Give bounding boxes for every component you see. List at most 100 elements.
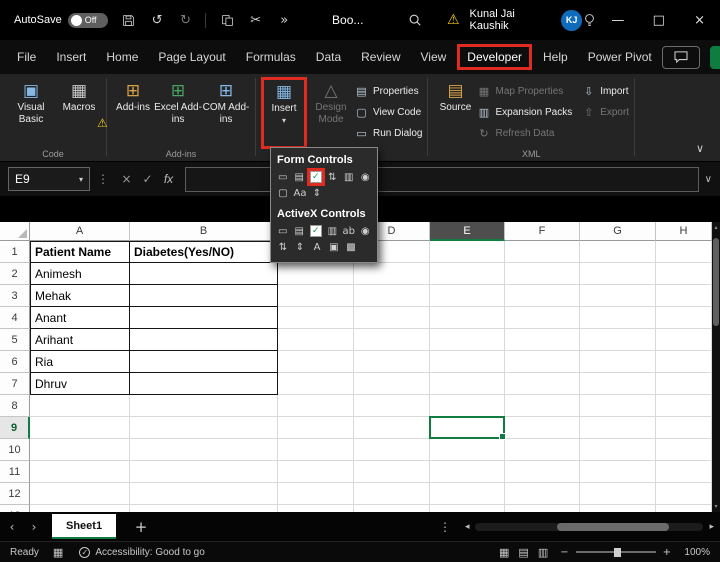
cell-C5[interactable]	[278, 329, 354, 351]
cell-H6[interactable]	[656, 351, 712, 373]
row-header-13[interactable]: 13	[0, 505, 30, 512]
properties-button[interactable]: ▤ Properties	[355, 84, 422, 99]
cell-C12[interactable]	[278, 483, 354, 505]
page-break-view-icon[interactable]: ▥	[538, 546, 548, 559]
cell-A12[interactable]	[30, 483, 130, 505]
row-header-3[interactable]: 3	[0, 285, 30, 307]
macro-record-icon[interactable]: ▦	[53, 546, 63, 559]
previous-sheet-icon[interactable]: ‹	[2, 520, 22, 534]
spin-button-activex-icon[interactable]: ⇅	[276, 240, 290, 254]
cell-D3[interactable]	[354, 285, 430, 307]
cell-E11[interactable]	[430, 461, 505, 483]
tab-file[interactable]: File	[8, 44, 45, 70]
cell-C4[interactable]	[278, 307, 354, 329]
cell-E4[interactable]	[430, 307, 505, 329]
cell-G8[interactable]	[580, 395, 656, 417]
collapse-ribbon-icon[interactable]: ∨	[696, 142, 704, 155]
map-properties-button[interactable]: ▦ Map Properties	[477, 84, 572, 99]
label-form-control-icon[interactable]: Aa	[293, 186, 307, 200]
formula-input[interactable]	[185, 167, 699, 192]
cell-H4[interactable]	[656, 307, 712, 329]
expand-formula-bar-icon[interactable]: ∨	[705, 174, 712, 185]
cell-E6[interactable]	[430, 351, 505, 373]
more-commands-icon[interactable]: »	[276, 13, 292, 28]
cell-A1[interactable]: Patient Name	[30, 241, 130, 263]
cell-B4[interactable]	[130, 307, 278, 329]
cell-B8[interactable]	[130, 395, 278, 417]
button-form-control-icon[interactable]: ▭	[276, 170, 289, 184]
cell-G9[interactable]	[580, 417, 656, 439]
expansion-packs-button[interactable]: ▥ Expansion Packs	[477, 105, 572, 120]
autosave-toggle[interactable]: Off	[68, 13, 108, 28]
cell-F12[interactable]	[505, 483, 580, 505]
refresh-data-button[interactable]: ↻ Refresh Data	[477, 126, 572, 141]
sheetbar-menu-icon[interactable]: ⋮	[439, 520, 451, 534]
text-box-activex-icon[interactable]: ab	[342, 224, 355, 238]
cell-B9[interactable]	[130, 417, 278, 439]
minimize-button[interactable]: —	[597, 0, 638, 40]
cell-B12[interactable]	[130, 483, 278, 505]
cell-A4[interactable]: Anant	[30, 307, 130, 329]
insert-function-icon[interactable]: fx	[158, 172, 179, 186]
cell-E2[interactable]	[430, 263, 505, 285]
cell-F2[interactable]	[505, 263, 580, 285]
column-header-H[interactable]: H	[656, 222, 712, 241]
cell-G11[interactable]	[580, 461, 656, 483]
cell-G13[interactable]	[580, 505, 656, 512]
cell-D2[interactable]	[354, 263, 430, 285]
autosave-control[interactable]: AutoSave Off	[14, 13, 108, 28]
cell-C9[interactable]	[278, 417, 354, 439]
run-dialog-button[interactable]: ▭ Run Dialog	[355, 126, 422, 141]
checkbox-activex-icon[interactable]: ✓	[310, 225, 322, 237]
addins-button[interactable]: ⊞ Add-ins	[112, 77, 154, 143]
cell-F7[interactable]	[505, 373, 580, 395]
spin-button-form-control-icon[interactable]: ⇅	[326, 170, 339, 184]
accessibility-status[interactable]: ✓ Accessibility: Good to go	[79, 547, 205, 558]
cell-E7[interactable]	[430, 373, 505, 395]
cell-H12[interactable]	[656, 483, 712, 505]
tab-developer[interactable]: Developer	[457, 44, 532, 70]
cell-A5[interactable]: Arihant	[30, 329, 130, 351]
cell-G2[interactable]	[580, 263, 656, 285]
image-activex-icon[interactable]: ▣	[327, 240, 341, 254]
cell-F4[interactable]	[505, 307, 580, 329]
cell-G5[interactable]	[580, 329, 656, 351]
zoom-level[interactable]: 100%	[678, 547, 710, 558]
row-header-8[interactable]: 8	[0, 395, 30, 417]
add-sheet-button[interactable]: +	[132, 518, 150, 536]
cell-C3[interactable]	[278, 285, 354, 307]
cell-C2[interactable]	[278, 263, 354, 285]
cell-C7[interactable]	[278, 373, 354, 395]
cell-B13[interactable]	[130, 505, 278, 512]
tab-formulas[interactable]: Formulas	[237, 44, 305, 70]
macros-button[interactable]: ▦ Macros	[57, 77, 101, 143]
cell-C10[interactable]	[278, 439, 354, 461]
cell-G7[interactable]	[580, 373, 656, 395]
chevron-down-icon[interactable]: ▾	[79, 175, 83, 184]
cell-D10[interactable]	[354, 439, 430, 461]
comments-button[interactable]	[662, 46, 700, 69]
cell-B5[interactable]	[130, 329, 278, 351]
search-icon[interactable]	[407, 13, 423, 27]
horizontal-scroll-thumb[interactable]	[557, 523, 669, 531]
cell-B2[interactable]	[130, 263, 278, 285]
cell-A11[interactable]	[30, 461, 130, 483]
next-sheet-icon[interactable]: ›	[24, 520, 44, 534]
undo-icon[interactable]: ↺	[149, 13, 165, 28]
cell-B11[interactable]	[130, 461, 278, 483]
cell-G12[interactable]	[580, 483, 656, 505]
cell-A8[interactable]	[30, 395, 130, 417]
cell-E1[interactable]	[430, 241, 505, 263]
scroll-bar-activex-icon[interactable]: ⇕	[293, 240, 307, 254]
save-icon[interactable]	[121, 14, 137, 27]
tab-home[interactable]: Home	[97, 44, 147, 70]
sheet-tab-sheet1[interactable]: Sheet1	[52, 514, 116, 539]
cell-H9[interactable]	[656, 417, 712, 439]
tab-help[interactable]: Help	[534, 44, 577, 70]
import-button[interactable]: ⇩ Import	[582, 84, 629, 99]
tab-review[interactable]: Review	[352, 44, 409, 70]
row-header-12[interactable]: 12	[0, 483, 30, 505]
cell-D5[interactable]	[354, 329, 430, 351]
cell-A10[interactable]	[30, 439, 130, 461]
tab-insert[interactable]: Insert	[47, 44, 95, 70]
